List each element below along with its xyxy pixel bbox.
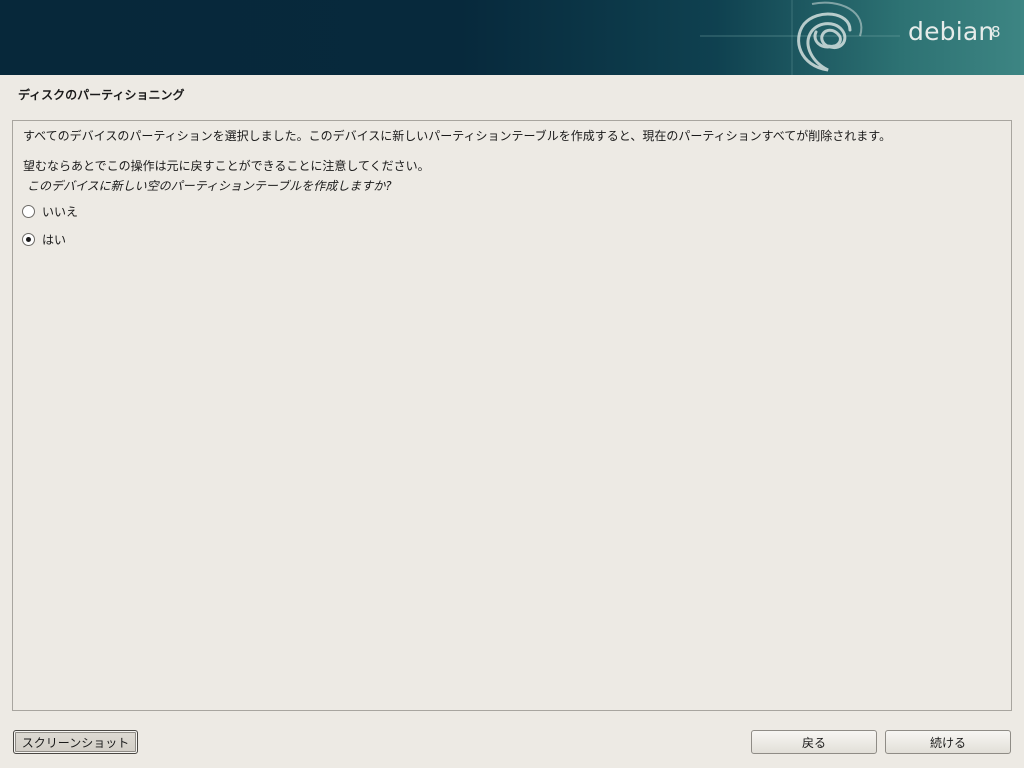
option-no[interactable]: いいえ bbox=[22, 202, 78, 220]
screenshot-button[interactable]: スクリーンショット bbox=[13, 730, 138, 754]
option-yes-label: はい bbox=[42, 232, 67, 247]
message-line-2: 望むならあとでこの操作は元に戻すことができることに注意してください。 bbox=[23, 159, 430, 173]
option-yes[interactable]: はい bbox=[22, 230, 66, 248]
step-title: ディスクのパーティショニング bbox=[18, 88, 185, 102]
debian-version: 8 bbox=[991, 23, 1001, 41]
radio-yes-icon[interactable] bbox=[22, 232, 35, 246]
header-banner: debian 8 bbox=[0, 0, 1024, 75]
message-line-1: すべてのデバイスのパーティションを選択しました。このデバイスに新しいパーティショ… bbox=[23, 129, 892, 143]
back-button[interactable]: 戻る bbox=[751, 730, 877, 754]
dialog-panel: すべてのデバイスのパーティションを選択しました。このデバイスに新しいパーティショ… bbox=[12, 120, 1012, 711]
option-no-label: いいえ bbox=[42, 204, 79, 219]
debian-logo-text: debian bbox=[908, 17, 995, 46]
radio-no-icon[interactable] bbox=[22, 204, 35, 218]
continue-button[interactable]: 続ける bbox=[885, 730, 1011, 754]
question-text: このデバイスに新しい空のパーティションテーブルを作成しますか? bbox=[27, 179, 392, 193]
